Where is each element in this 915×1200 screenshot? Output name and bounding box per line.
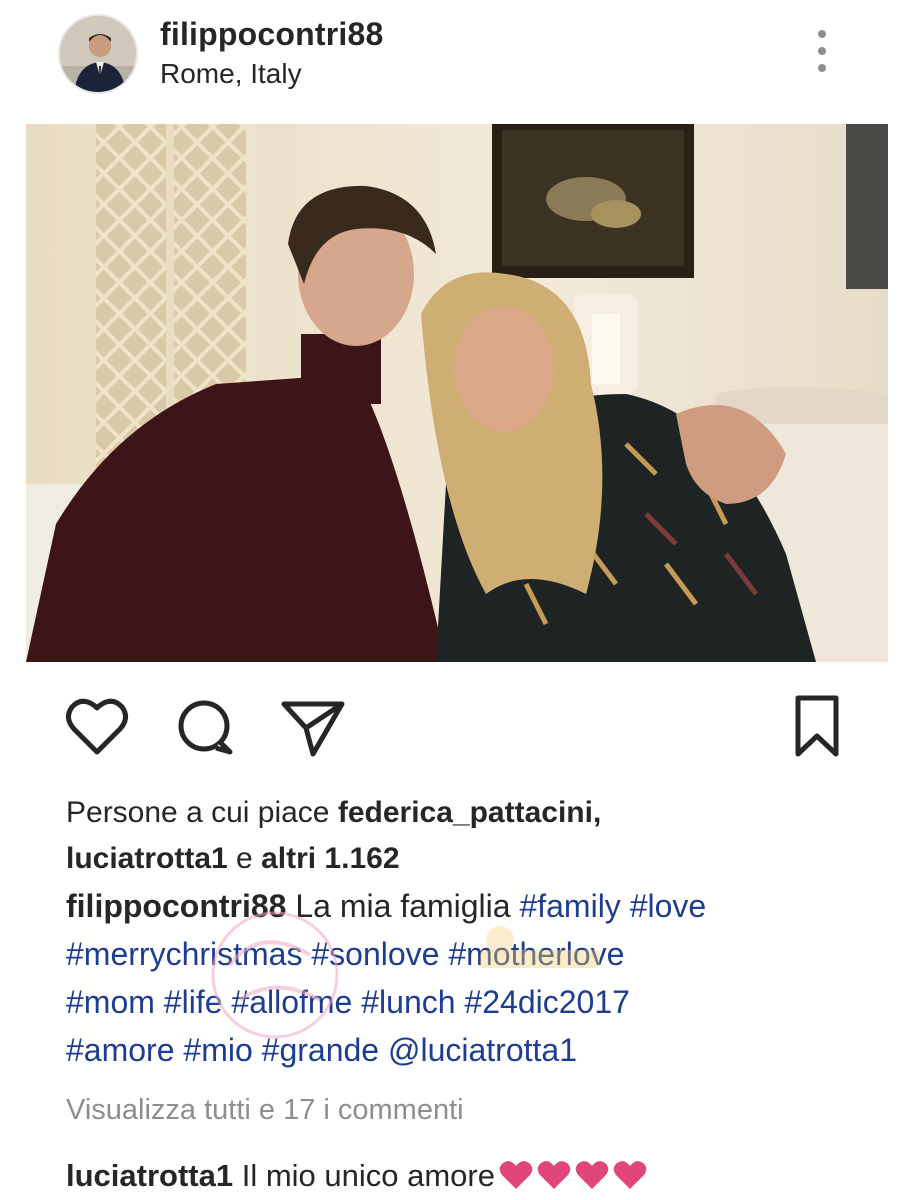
caption-username[interactable]: filippocontri88 <box>66 888 286 924</box>
vertical-dots-icon[interactable] <box>814 30 830 80</box>
hashtag[interactable]: #sonlove <box>311 936 439 972</box>
hashtag[interactable]: #love <box>630 888 707 924</box>
hashtag[interactable]: #mio <box>183 1032 252 1068</box>
hashtag[interactable]: #merrychristmas <box>66 936 302 972</box>
mention-link[interactable]: @luciatrotta1 <box>388 1032 577 1068</box>
hashtag[interactable]: #lunch <box>361 984 455 1020</box>
hashtag[interactable]: #grande <box>262 1032 379 1068</box>
post-photo[interactable] <box>26 124 888 662</box>
heart-emoji-icon <box>499 1161 533 1189</box>
likes-others-link[interactable]: altri 1.162 <box>261 842 399 875</box>
liker-link[interactable]: federica_pattacini, <box>338 796 601 829</box>
paper-plane-icon[interactable] <box>278 692 348 762</box>
action-bar <box>0 680 915 770</box>
post-username[interactable]: filippocontri88 <box>160 16 383 53</box>
post-header: filippocontri88 Rome, Italy <box>0 0 915 118</box>
hashtag[interactable]: #family <box>519 888 620 924</box>
heart-emoji-icon <box>613 1161 647 1189</box>
heart-emoji-icon <box>575 1161 609 1189</box>
view-all-comments-link[interactable]: Visualizza tutti e 17 i commenti <box>66 1094 464 1127</box>
hashtag[interactable]: #life <box>164 984 223 1020</box>
bookmark-icon[interactable] <box>782 692 852 762</box>
hashtag[interactable]: #allofme <box>231 984 352 1020</box>
speech-bubble-icon[interactable] <box>170 692 240 762</box>
heart-outline-icon[interactable] <box>62 692 132 762</box>
hashtag[interactable]: #amore <box>66 1032 175 1068</box>
comment-row: luciatrotta1 Il mio unico amore <box>66 1156 647 1196</box>
post-caption: filippocontri88 La mia famiglia #family … <box>66 882 886 1074</box>
hashtag[interactable]: #mom <box>66 984 155 1020</box>
likes-conj: e <box>227 842 262 875</box>
comment-username[interactable]: luciatrotta1 <box>66 1158 233 1193</box>
heart-emoji-icon <box>537 1161 571 1189</box>
likes-summary: Persone a cui piace federica_pattacini, … <box>66 790 886 882</box>
hashtag[interactable]: #motherlove <box>448 936 624 972</box>
caption-text: La mia famiglia <box>286 888 520 924</box>
post-location[interactable]: Rome, Italy <box>160 58 302 90</box>
liker-link[interactable]: luciatrotta1 <box>66 842 228 875</box>
avatar[interactable] <box>58 14 138 94</box>
likes-prefix: Persone a cui piace <box>66 796 338 829</box>
hashtag[interactable]: #24dic2017 <box>464 984 629 1020</box>
comment-text: Il mio unico amore <box>233 1158 495 1193</box>
